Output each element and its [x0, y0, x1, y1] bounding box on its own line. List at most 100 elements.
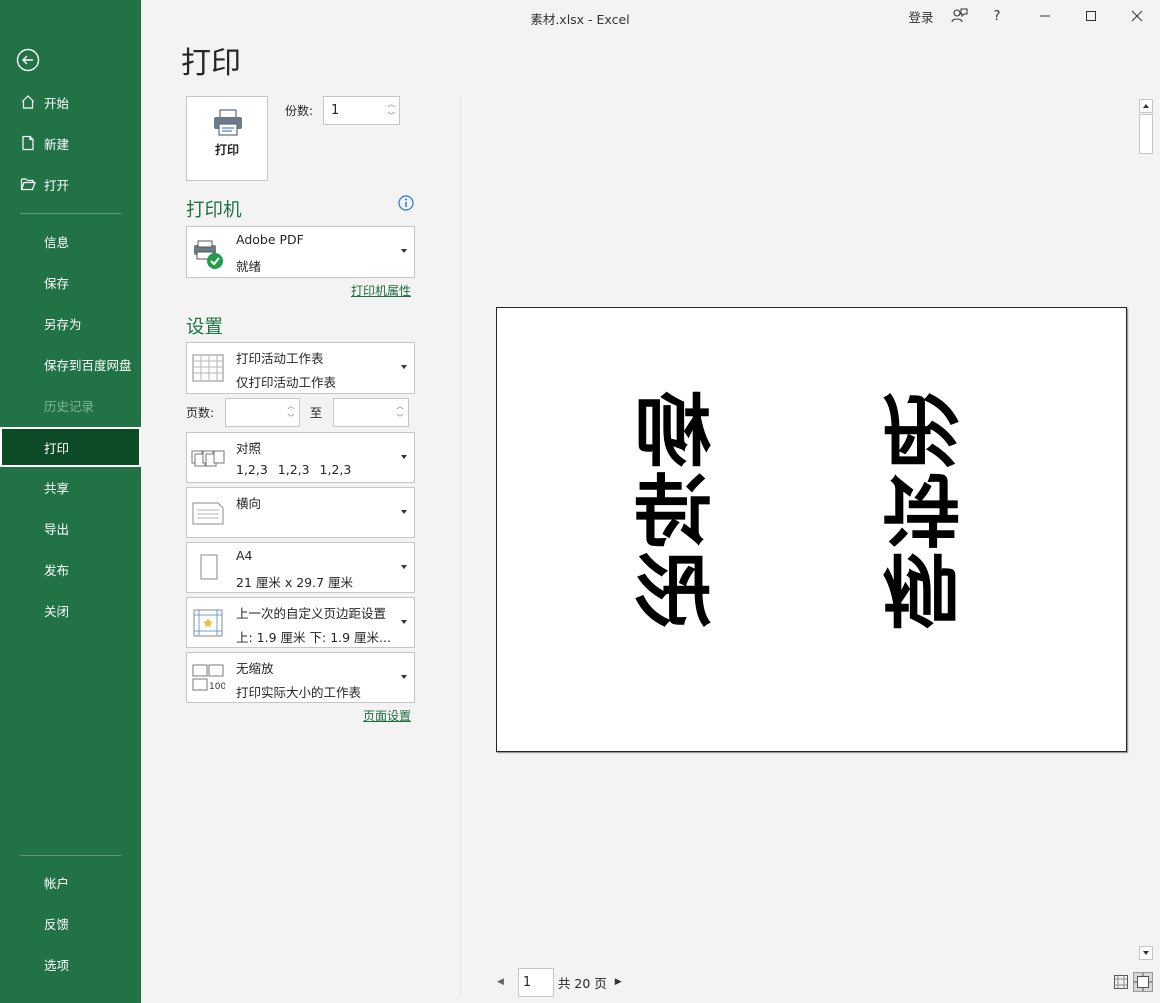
close-icon	[1131, 10, 1143, 22]
page-total: 共 20 页	[557, 975, 607, 991]
sidebar-item-save[interactable]: 保存	[0, 262, 141, 302]
sidebar-item-close[interactable]: 关闭	[0, 590, 141, 630]
zoom-to-page-icon[interactable]	[1133, 972, 1153, 992]
pages-from-input[interactable]: ︿ ﹀	[225, 398, 300, 427]
printer-name: Adobe PDF	[236, 232, 304, 247]
sidebar-item-label: 发布	[44, 562, 70, 578]
svg-text:100: 100	[209, 682, 225, 692]
print-preview-page: 柳诗彤 柳诗彤	[496, 307, 1127, 752]
maximize-button[interactable]	[1068, 0, 1114, 32]
pages-label: 页数:	[186, 406, 215, 420]
sidebar-item-home[interactable]: 开始	[0, 82, 141, 122]
pages-to-input[interactable]: ︿ ﹀	[333, 398, 409, 427]
printer-heading: 打印机	[186, 200, 242, 221]
sidebar-item-label: 打印	[44, 440, 70, 456]
copies-stepper[interactable]: 1 ︿ ﹀	[323, 96, 400, 125]
sidebar-item-options[interactable]: 选项	[0, 944, 141, 984]
sidebar-item-export[interactable]: 导出	[0, 508, 141, 548]
sidebar-item-label: 反馈	[44, 916, 70, 932]
scaling-dropdown[interactable]: 100 无缩放 打印实际大小的工作表	[186, 652, 415, 703]
sidebar-item-label: 关闭	[44, 603, 70, 619]
sidebar-item-label: 共享	[44, 480, 70, 496]
stepper-arrows-icon[interactable]: ︿ ﹀	[385, 98, 397, 123]
orientation-label: 横向	[236, 496, 262, 511]
coauthor-icon	[951, 8, 968, 23]
next-page-icon[interactable]: ▶	[615, 977, 622, 987]
sidebar-item-new[interactable]: 新建	[0, 123, 141, 163]
chevron-down-icon	[401, 249, 407, 253]
sidebar-item-share[interactable]: 共享	[0, 467, 141, 507]
back-arrow-icon[interactable]	[16, 48, 40, 72]
minimize-button[interactable]	[1022, 0, 1068, 32]
printer-status: 就绪	[236, 259, 262, 274]
chevron-down-icon	[401, 454, 407, 459]
coauthor-button[interactable]	[944, 0, 974, 32]
scaling-line2: 打印实际大小的工作表	[236, 685, 362, 700]
help-button[interactable]: ?	[982, 0, 1012, 32]
chevron-down-icon	[401, 564, 407, 569]
copies-label: 份数:	[285, 104, 314, 118]
home-icon	[21, 95, 35, 109]
printer-ready-icon	[194, 240, 223, 269]
scroll-thumb[interactable]	[1139, 114, 1153, 154]
worksheet-grid-icon	[192, 354, 224, 382]
preview-text-left: 柳诗彤	[634, 390, 725, 630]
sidebar-item-print[interactable]: 打印	[0, 427, 141, 467]
collate-line2: 1,2,3 1,2,3 1,2,3	[236, 462, 352, 477]
minimize-icon	[1040, 15, 1050, 17]
previous-page-icon[interactable]: ◀	[497, 977, 504, 987]
sidebar-item-label: 信息	[44, 234, 70, 250]
pages-to-label: 至	[310, 406, 323, 420]
sidebar-item-save-to-baidu[interactable]: 保存到百度网盘	[0, 344, 141, 384]
chevron-down-icon	[401, 619, 407, 624]
scroll-up-icon	[1143, 104, 1149, 108]
page-title: 打印	[181, 46, 241, 81]
stepper-arrows-icon[interactable]: ︿ ﹀	[285, 400, 297, 425]
sidebar-item-account[interactable]: 帐户	[0, 862, 141, 902]
printer-dropdown[interactable]: Adobe PDF 就绪	[186, 226, 415, 278]
current-page-input[interactable]: 1	[517, 967, 554, 997]
printer-properties-link[interactable]: 打印机属性	[351, 282, 411, 299]
sidebar-item-label: 选项	[44, 957, 70, 973]
sidebar-item-label: 另存为	[44, 316, 82, 332]
print-what-line2: 仅打印活动工作表	[236, 375, 337, 390]
sidebar-item-label: 保存	[44, 275, 70, 291]
info-icon[interactable]	[398, 195, 414, 211]
scaling-line1: 无缩放	[236, 661, 274, 676]
print-button[interactable]: 打印	[186, 96, 268, 181]
orientation-dropdown[interactable]: 横向	[186, 487, 415, 538]
show-margins-icon[interactable]	[1113, 974, 1129, 990]
page-setup-link[interactable]: 页面设置	[363, 707, 411, 724]
sidebar-item-feedback[interactable]: 反馈	[0, 903, 141, 943]
sidebar-item-info[interactable]: 信息	[0, 221, 141, 261]
paper-size-dropdown[interactable]: A4 21 厘米 x 29.7 厘米	[186, 542, 415, 593]
sidebar-item-label: 历史记录	[44, 398, 95, 414]
scroll-down-icon	[1143, 951, 1149, 955]
preview-text-right: 柳诗彤	[869, 390, 960, 630]
sidebar-item-save-as[interactable]: 另存为	[0, 303, 141, 343]
collate-dropdown[interactable]: 对照 1,2,3 1,2,3 1,2,3	[186, 432, 415, 483]
scroll-up-button[interactable]	[1139, 99, 1153, 113]
sidebar-item-label: 导出	[44, 521, 70, 537]
sidebar-item-publish[interactable]: 发布	[0, 549, 141, 589]
close-window-button[interactable]	[1114, 0, 1160, 32]
collate-line1: 对照	[236, 441, 262, 456]
open-folder-icon	[20, 178, 36, 191]
scroll-down-button[interactable]	[1139, 946, 1153, 960]
margins-line2: 上: 1.9 厘米 下: 1.9 厘米...	[236, 630, 391, 645]
page-navigator: ◀ 1 共 20 页 ▶	[497, 967, 622, 997]
sidebar-item-label: 新建	[44, 136, 70, 152]
chevron-down-icon	[401, 365, 407, 369]
signin-button[interactable]: 登录	[900, 0, 942, 32]
print-what-line1: 打印活动工作表	[236, 351, 324, 366]
paper-size-line2: 21 厘米 x 29.7 厘米	[236, 575, 354, 590]
margins-dropdown[interactable]: 上一次的自定义页边距设置 上: 1.9 厘米 下: 1.9 厘米...	[186, 597, 415, 648]
paper-size-line1: A4	[236, 548, 253, 563]
preview-vertical-scrollbar[interactable]	[1138, 98, 1154, 963]
copies-value: 1	[331, 103, 340, 118]
landscape-page-icon	[192, 502, 224, 525]
sidebar-item-open[interactable]: 打开	[0, 164, 141, 204]
sidebar-item-label: 开始	[44, 95, 70, 111]
stepper-arrows-icon[interactable]: ︿ ﹀	[394, 400, 406, 425]
print-what-dropdown[interactable]: 打印活动工作表 仅打印活动工作表	[186, 342, 415, 394]
